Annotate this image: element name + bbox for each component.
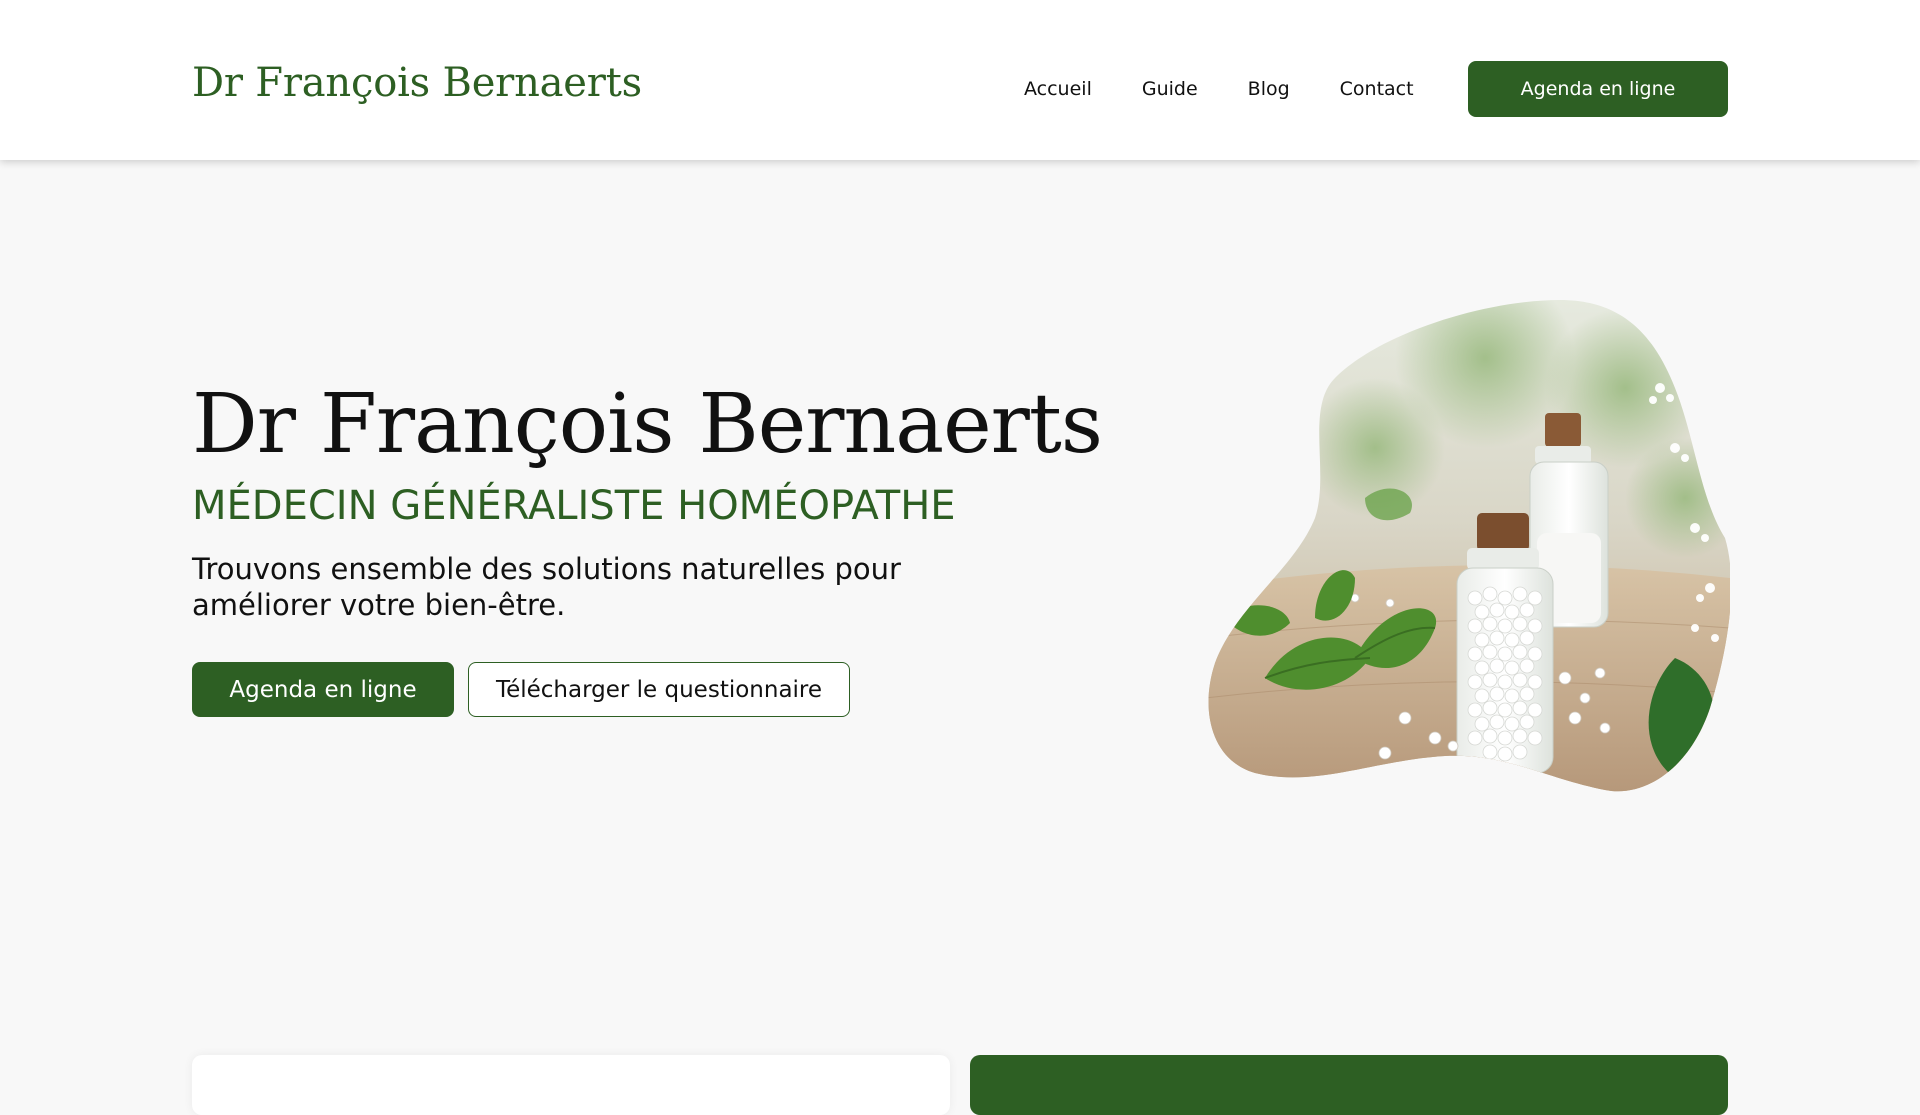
info-card-right: [970, 1055, 1728, 1115]
nav-link-contact[interactable]: Contact: [1340, 78, 1414, 100]
hero-subtitle: MÉDECIN GÉNÉRALISTE HOMÉOPATHE: [192, 483, 956, 529]
info-card-left: [192, 1055, 950, 1115]
hero-agenda-button[interactable]: Agenda en ligne: [192, 662, 454, 717]
download-questionnaire-button[interactable]: Télécharger le questionnaire: [468, 662, 850, 717]
hero-tagline: Trouvons ensemble des solutions naturell…: [192, 552, 901, 622]
nav-link-blog[interactable]: Blog: [1248, 78, 1290, 100]
nav-link-guide[interactable]: Guide: [1142, 78, 1198, 100]
hero-title: Dr François Bernaerts: [192, 377, 1103, 472]
site-header: Dr François Bernaerts Accueil Guide Blog…: [0, 0, 1920, 160]
header-agenda-button[interactable]: Agenda en ligne: [1468, 61, 1728, 117]
nav-link-accueil[interactable]: Accueil: [1024, 78, 1092, 100]
homeopathy-bottles-image: [1208, 300, 1730, 792]
brand-logo-link[interactable]: Dr François Bernaerts: [192, 60, 642, 106]
main-nav: Accueil Guide Blog Contact: [1024, 61, 1464, 117]
